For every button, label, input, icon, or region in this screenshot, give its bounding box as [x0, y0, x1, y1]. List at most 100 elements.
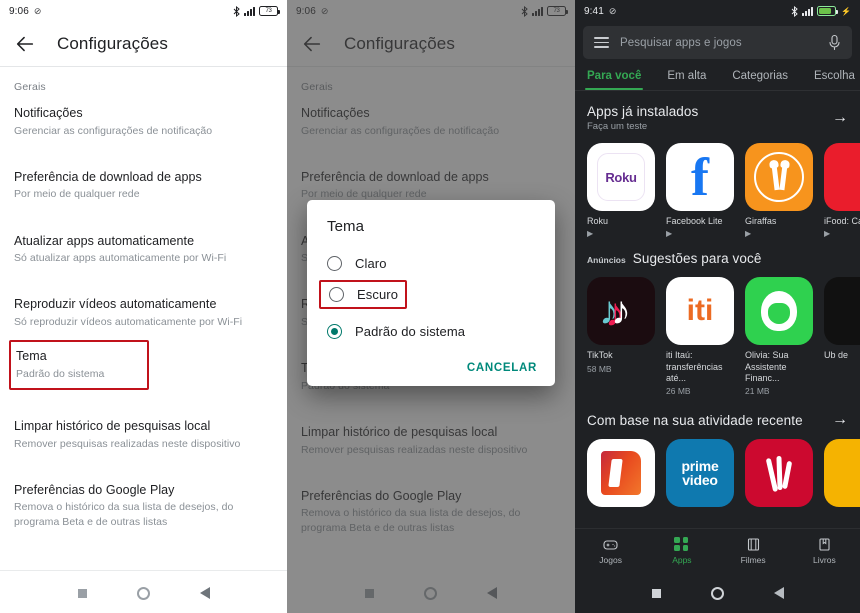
status-bar: 9:06 ⊘ 73: [0, 0, 287, 22]
setting-item-notificacoes[interactable]: Notificações Gerenciar as configurações …: [0, 93, 287, 141]
prime-video-icon: prime video: [666, 439, 734, 507]
bottom-nav-apps[interactable]: Apps: [646, 537, 717, 565]
setting-subtitle: Gerenciar as configurações de notificaçã…: [14, 124, 213, 137]
app-card-iti-itau[interactable]: iti iti Itaú: transferências até... 26 M…: [666, 277, 734, 396]
android-nav-bar: [0, 573, 287, 613]
setting-item-limpar-historico[interactable]: Limpar histórico de pesquisas local Remo…: [0, 406, 287, 454]
radio-option-escuro[interactable]: Escuro: [319, 280, 407, 309]
recents-square-icon[interactable]: [651, 588, 661, 598]
section-title: Com base na sua atividade recente: [587, 412, 803, 428]
dialog-title: Tema: [327, 218, 365, 235]
back-arrow-icon[interactable]: [14, 33, 36, 55]
app-row-installed: Roku Roku ▶ f Facebook Lite ▶ Giraffas ▶…: [575, 132, 860, 238]
bottom-nav-label: Apps: [672, 555, 692, 565]
theme-dialog: Tema Claro Escuro Padrão do sistema CANC…: [307, 200, 555, 386]
book-icon: [817, 537, 832, 552]
setting-title: Tema: [16, 349, 47, 364]
page-title: Configurações: [57, 34, 168, 53]
app-card-tiktok[interactable]: ♪ TikTok 58 MB: [587, 277, 655, 396]
section-label-gerais: Gerais: [14, 81, 46, 93]
office-icon: [587, 439, 655, 507]
play-badge-icon: ▶: [824, 229, 831, 239]
app-name: Ub de: [824, 350, 849, 361]
section-title: Apps já instalados: [587, 104, 699, 119]
arrow-right-icon[interactable]: →: [832, 412, 848, 428]
app-card-roku[interactable]: Roku Roku ▶: [587, 143, 655, 238]
radio-icon-selected[interactable]: [327, 324, 342, 339]
gamepad-icon: [603, 537, 618, 552]
iti-icon: iti: [666, 277, 734, 346]
app-card-uber[interactable]: Ub de: [824, 277, 860, 396]
battery-icon: 73: [259, 6, 280, 16]
app-name: iti Itaú: transferências até...: [666, 350, 723, 383]
yellow-app-icon: [824, 439, 860, 507]
app-name: Facebook Lite: [666, 216, 723, 226]
setting-item-atualizar-apps[interactable]: Atualizar apps automaticamente Só atuali…: [0, 221, 287, 269]
app-card-bradesco[interactable]: [745, 439, 813, 507]
search-input[interactable]: Pesquisar apps e jogos: [620, 37, 817, 49]
tab-escolha[interactable]: Escolha: [814, 70, 855, 90]
section-sugestoes: Anúncios Sugestões para você: [575, 238, 860, 266]
recents-square-icon[interactable]: [77, 588, 87, 598]
app-name: Roku: [587, 216, 609, 226]
android-nav-bar: [575, 573, 860, 613]
radio-icon[interactable]: [329, 287, 344, 302]
home-circle-icon[interactable]: [136, 586, 150, 600]
app-card-giraffas[interactable]: Giraffas ▶: [745, 143, 813, 238]
setting-title: Notificações: [14, 106, 83, 120]
roku-icon: Roku: [587, 143, 655, 211]
app-size: 58 MB: [587, 363, 612, 374]
bottom-nav-label: Jogos: [599, 555, 622, 565]
back-triangle-icon[interactable]: [773, 587, 784, 599]
signal-icon: [244, 6, 255, 16]
movie-icon: [746, 537, 761, 552]
bottom-nav-filmes[interactable]: Filmes: [718, 537, 789, 565]
alarm-icon: ⊘: [608, 5, 617, 16]
app-card-yellow[interactable]: [824, 439, 860, 507]
section-title: Sugestões para você: [632, 251, 762, 267]
hamburger-menu-icon[interactable]: [594, 37, 609, 48]
bottom-nav-label: Livros: [813, 555, 836, 565]
ads-badge: Anúncios: [587, 255, 626, 266]
home-circle-icon[interactable]: [710, 586, 724, 600]
app-card-ifood[interactable]: iFood: Ca ▶: [824, 143, 860, 238]
search-bar[interactable]: Pesquisar apps e jogos: [583, 26, 852, 59]
setting-item-preferencias-google-play[interactable]: Preferências do Google Play Remova o his…: [0, 470, 287, 532]
tab-em-alta[interactable]: Em alta: [667, 70, 706, 90]
bottom-nav-livros[interactable]: Livros: [789, 537, 860, 565]
setting-item-tema[interactable]: Tema Padrão do sistema: [9, 340, 149, 390]
status-bar: 9:41 ⊘ ⚡: [575, 0, 860, 22]
microphone-icon[interactable]: [828, 34, 841, 51]
app-card-office[interactable]: [587, 439, 655, 507]
bottom-nav-jogos[interactable]: Jogos: [575, 537, 646, 565]
tab-categorias[interactable]: Categorias: [732, 70, 788, 90]
tab-para-voce[interactable]: Para você: [584, 70, 644, 90]
status-icons: ⚡: [791, 5, 851, 17]
prime-line2: video: [682, 472, 718, 488]
setting-subtitle: Só reproduzir vídeos automaticamente por…: [14, 316, 243, 329]
section-atividade-recente: Com base na sua atividade recente →: [575, 396, 860, 428]
setting-title: Preferência de download de apps: [14, 169, 202, 184]
radio-option-claro[interactable]: Claro: [307, 247, 555, 280]
setting-subtitle: Padrão do sistema: [16, 367, 105, 380]
tiktok-icon: ♪: [587, 277, 655, 346]
setting-subtitle: Remover pesquisas realizadas neste dispo…: [14, 437, 241, 450]
app-name: iFood: Ca: [824, 216, 860, 226]
cancel-button[interactable]: CANCELAR: [467, 362, 537, 374]
setting-title: Reproduzir vídeos automaticamente: [14, 297, 217, 312]
section-apps-ja-instalados: Apps já instalados Faça um teste →: [575, 91, 860, 132]
setting-item-reproduzir-videos[interactable]: Reproduzir vídeos automaticamente Só rep…: [0, 284, 287, 332]
battery-fill: [818, 8, 831, 14]
apps-grid-icon: [674, 537, 689, 552]
app-card-facebook-lite[interactable]: f Facebook Lite ▶: [666, 143, 734, 238]
app-card-olivia[interactable]: Olivia: Sua Assistente Financ... 21 MB: [745, 277, 813, 396]
radio-option-padrao-do-sistema[interactable]: Padrão do sistema: [307, 315, 555, 348]
app-bar: Configurações: [0, 22, 287, 66]
back-triangle-icon[interactable]: [199, 587, 210, 599]
setting-item-preferencia-download[interactable]: Preferência de download de apps Por meio…: [0, 157, 287, 205]
uber-icon: [824, 277, 860, 346]
battery-icon: [816, 6, 838, 16]
arrow-right-icon[interactable]: →: [832, 110, 848, 126]
radio-icon[interactable]: [327, 256, 342, 271]
app-card-prime-video[interactable]: prime video: [666, 439, 734, 507]
